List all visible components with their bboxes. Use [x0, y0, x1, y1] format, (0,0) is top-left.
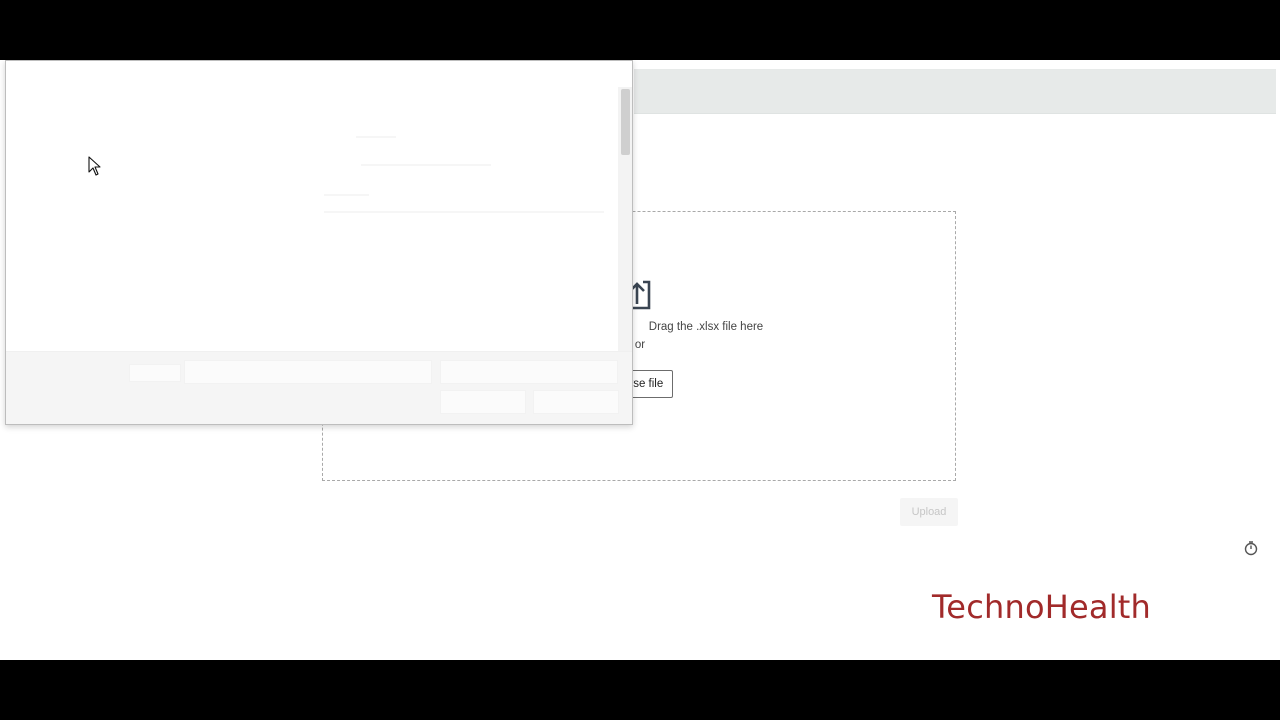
- dialog-cancel-button[interactable]: [533, 390, 619, 414]
- file-type-select[interactable]: [440, 360, 618, 384]
- dialog-faded-text: [324, 211, 604, 213]
- dialog-faded-text: [356, 136, 396, 138]
- file-picker-dialog[interactable]: [5, 60, 633, 425]
- dialog-open-button[interactable]: [440, 390, 526, 414]
- upload-button[interactable]: Upload: [900, 498, 958, 526]
- stopwatch-icon[interactable]: [1243, 540, 1259, 556]
- file-name-label: [129, 364, 181, 382]
- brand-watermark: TechnoHealth: [932, 588, 1152, 626]
- dialog-scroll-thumb[interactable]: [621, 89, 630, 155]
- dialog-footer: [6, 351, 632, 424]
- dialog-scrollbar[interactable]: [618, 87, 632, 352]
- dialog-faded-text: [361, 164, 491, 166]
- file-name-input[interactable]: [184, 360, 432, 384]
- dialog-faded-text: [324, 194, 369, 196]
- page-header-bar: [634, 69, 1276, 114]
- mouse-pointer-icon: [88, 156, 101, 176]
